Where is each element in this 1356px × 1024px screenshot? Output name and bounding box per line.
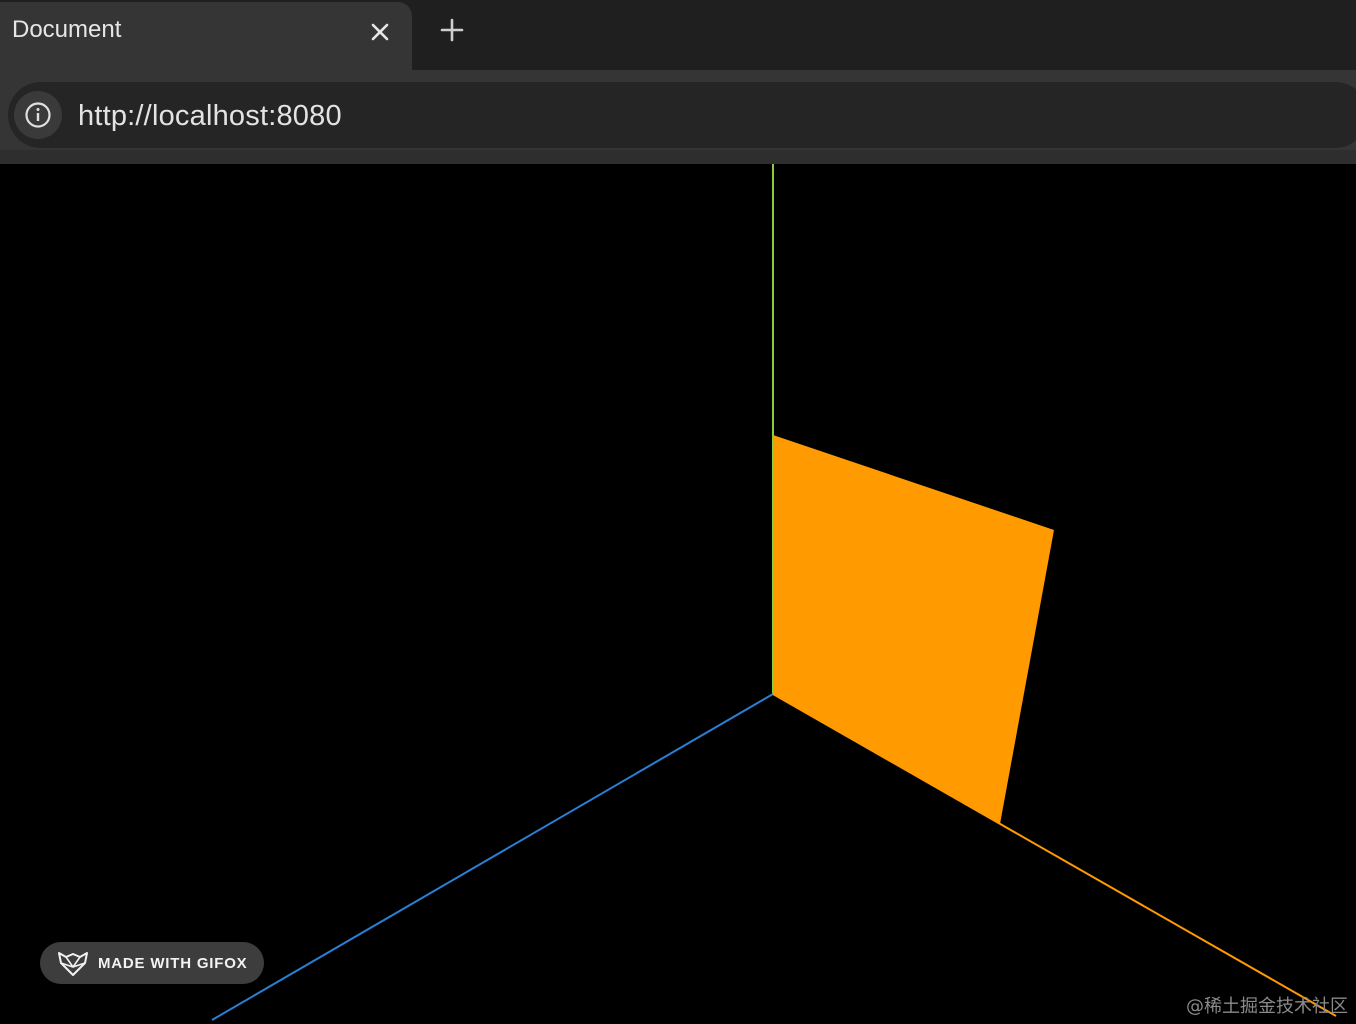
z-axis-line xyxy=(211,693,774,1021)
tab-strip: Document xyxy=(0,0,1356,82)
gifox-badge[interactable]: MADE WITH GIFOX xyxy=(40,942,264,984)
url-text[interactable]: http://localhost:8080 xyxy=(78,100,342,132)
fox-logo-icon xyxy=(57,949,89,977)
browser-window: Document http://localhost:8080 MADE WITH… xyxy=(0,0,1356,1024)
tab-connector xyxy=(0,64,412,78)
toolbar-divider xyxy=(0,150,1356,164)
orange-plane xyxy=(773,435,1054,824)
info-icon[interactable] xyxy=(14,91,62,139)
badge-text: MADE WITH GIFOX xyxy=(98,954,248,972)
plus-icon[interactable] xyxy=(432,12,472,48)
address-bar[interactable]: http://localhost:8080 xyxy=(8,82,1356,148)
browser-toolbar: http://localhost:8080 xyxy=(0,70,1356,152)
webgl-canvas[interactable]: MADE WITH GIFOX @稀土掘金技术社区 xyxy=(0,164,1356,1024)
close-icon[interactable] xyxy=(364,16,396,48)
tab-title: Document xyxy=(12,16,122,43)
3d-scene xyxy=(211,164,1337,1021)
watermark-text: @稀土掘金技术社区 xyxy=(1186,996,1348,1017)
